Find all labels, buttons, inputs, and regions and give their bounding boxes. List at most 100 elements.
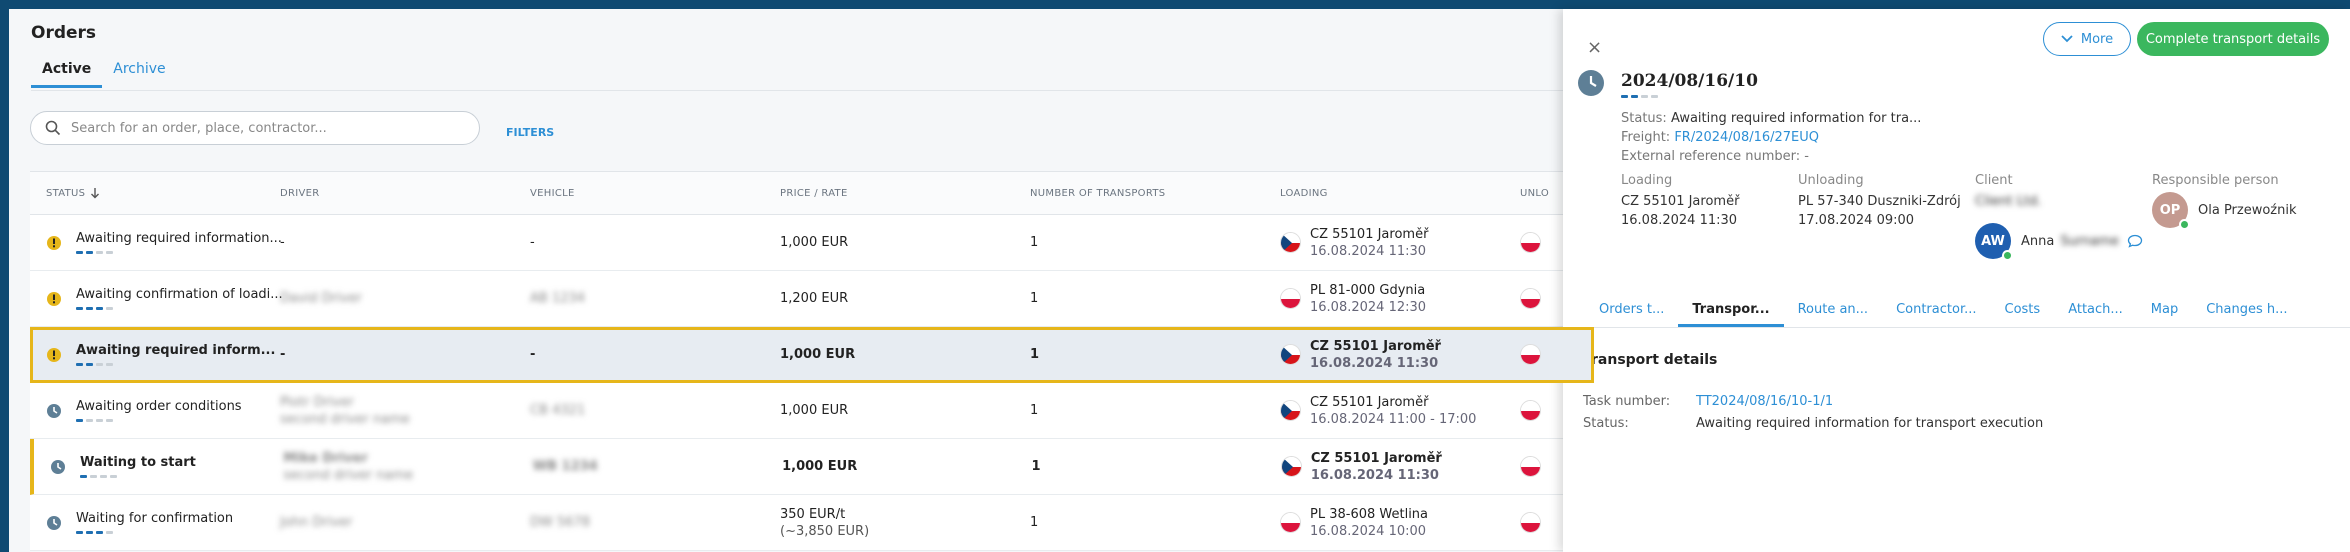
responsible-avatar-initials: OP [2159,202,2181,218]
task-number-link[interactable]: TT2024/08/16/10-1/1 [1696,394,1833,409]
order-status-line: Status: Awaiting required information fo… [1621,111,1921,126]
status-text: Waiting for confirmation [76,511,234,526]
progress-dots [80,475,196,478]
tab-route[interactable]: Route an... [1784,292,1882,327]
row-driver: Piotr Driver second driver name [280,395,530,427]
unloading-place: PL 57-340 Duszniki-Zdrój [1798,194,1961,209]
chat-icon[interactable] [2127,234,2143,248]
header-transports[interactable]: NUMBER OF TRANSPORTS [1030,188,1280,199]
task-number-label: Task number: [1583,394,1671,409]
tab-orders-transports[interactable]: Orders t... [1585,292,1678,327]
header-loading[interactable]: LOADING [1280,188,1520,199]
warning-icon [47,347,61,362]
detail-status-row: Status: Awaiting required information fo… [1583,416,2043,431]
more-button[interactable]: More [2043,22,2131,56]
row-loading: CZ 55101 Jaroměř 16.08.2024 11:30 [1280,450,1520,483]
search-icon [45,120,61,136]
price-value: 350 EUR/t [780,506,846,522]
price-value: 1,200 EUR [780,291,849,306]
loading-city: PL 81-000 Gdynia [1310,282,1426,298]
czech-flag-icon [1280,232,1301,253]
driver-second: second driver name [283,467,414,483]
row-driver: David Driver [280,291,530,306]
price-estimate: (~3,850 EUR) [780,523,870,539]
loading-label: Loading [1621,173,1673,188]
row-driver: John Driver [280,515,530,530]
task-number-row: Task number: TT2024/08/16/10-1/1 [1583,394,1833,409]
freight-link[interactable]: FR/2024/08/16/27EUQ [1674,130,1819,145]
row-status: Waiting to start [34,455,283,478]
tab-map[interactable]: Map [2137,292,2192,327]
client-person-surname: Surname [2060,233,2119,249]
external-reference: External reference number: - [1621,149,1809,164]
progress-dots [76,307,283,310]
responsible-name: Ola Przewoźnik [2198,202,2297,218]
table-row[interactable]: Waiting to start Mike Driver second driv… [30,439,1594,495]
vehicle-plate: AB 1234 [530,291,586,306]
search-input[interactable] [71,120,451,136]
driver-second: second driver name [280,411,410,427]
header-price[interactable]: PRICE / RATE [780,188,1030,199]
status-text: Awaiting order conditions [76,399,242,414]
close-panel-button[interactable]: × [1587,37,1602,58]
poland-flag-icon [1280,288,1301,309]
poland-flag-icon [1520,232,1541,253]
row-transports: 1 [1030,347,1280,362]
row-vehicle: CB 4321 [530,403,780,418]
clock-icon [1578,70,1604,96]
driver-name: - [280,347,286,362]
table-row[interactable]: Awaiting required inform... - - 1,000 EU… [30,327,1594,383]
tab-changes-history[interactable]: Changes h... [2192,292,2301,327]
unloading-info: Unloading PL 57-340 Duszniki-Zdrój 17.08… [1798,173,1961,230]
status-text: Waiting to start [80,455,196,470]
tab-contractor[interactable]: Contractor... [1882,292,1990,327]
clock-icon [47,403,61,418]
orders-main: Orders Active Archive FILTERS STATUS DRI… [9,9,1594,552]
loading-place: CZ 55101 Jaroměř [1621,194,1740,209]
detail-status-label: Status: [1583,416,1629,431]
tab-attachments[interactable]: Attach... [2054,292,2137,327]
table-row[interactable]: Awaiting confirmation of loadi... David … [30,271,1594,327]
poland-flag-icon [1280,512,1301,533]
loading-date: 16.08.2024 11:30 [1310,467,1439,483]
tab-archive[interactable]: Archive [102,61,176,88]
loading-date: 16.08.2024 11:30 [1310,355,1439,371]
client-person-name: Anna [2021,233,2055,249]
vehicle-plate: CB 4321 [530,403,586,418]
sort-arrow-down-icon[interactable] [90,187,100,199]
loading-date: 16.08.2024 11:30 [1310,243,1427,259]
driver-name: John Driver [280,515,353,530]
tab-transport-details[interactable]: Transpor... [1678,292,1784,327]
client-name[interactable]: Client Ltd. [1975,192,2143,211]
table-row[interactable]: Awaiting required information... - - 1,0… [30,215,1594,271]
client-info: Client Client Ltd. AW Anna Surname [1975,173,2143,261]
unloading-date: 17.08.2024 09:00 [1798,213,1915,228]
row-transports: 1 [1030,403,1280,418]
row-loading: CZ 55101 Jaroměř 16.08.2024 11:30 [1280,339,1520,371]
filters-button[interactable]: FILTERS [506,126,554,139]
header-status[interactable]: STATUS [30,187,280,199]
header-driver[interactable]: DRIVER [280,188,530,199]
row-price: 350 EUR/t (~3,850 EUR) [780,507,1030,539]
transports-count: 1 [1030,515,1039,530]
vehicle-plate: WB 1234 [532,459,598,474]
panel-tabs: Orders t... Transpor... Route an... Cont… [1563,292,2350,328]
order-detail-panel: × More Complete transport details 2024/0… [1563,9,2350,552]
row-vehicle: DW 5678 [530,515,780,530]
row-loading: CZ 55101 Jaroměř 16.08.2024 11:30 [1280,227,1520,259]
row-status: Awaiting required information... [30,231,282,254]
table-row[interactable]: Waiting for confirmation John Driver DW … [30,495,1594,551]
table-row[interactable]: Awaiting order conditions Piotr Driver s… [30,383,1594,439]
tab-costs[interactable]: Costs [1991,292,2055,327]
complete-transport-button[interactable]: Complete transport details [2137,22,2329,56]
orders-tabs: Active Archive [31,61,177,88]
tab-active[interactable]: Active [31,61,103,88]
responsible-label: Responsible person [2152,173,2279,188]
chevron-down-icon [2061,35,2073,43]
client-avatar: AW [1975,223,2013,261]
page-title: Orders [31,23,97,43]
loading-city: CZ 55101 Jaroměř [1310,450,1442,466]
driver-name: Piotr Driver [280,394,354,410]
header-vehicle[interactable]: VEHICLE [530,188,780,199]
search-box[interactable] [30,111,480,145]
